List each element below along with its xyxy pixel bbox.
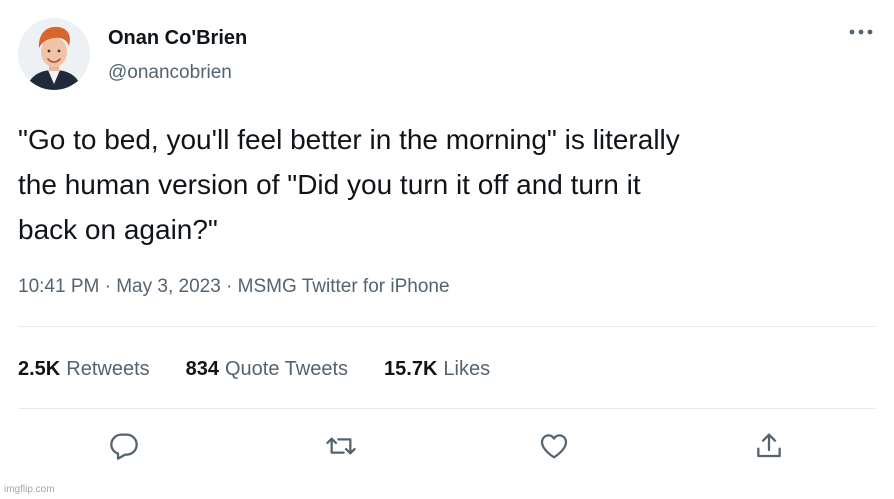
divider (18, 326, 876, 327)
tweet-timestamp-source[interactable]: 10:41 PM · May 3, 2023 · MSMG Twitter fo… (18, 276, 450, 298)
heart-icon (540, 434, 568, 459)
divider (18, 408, 876, 409)
display-name[interactable]: Onan Co'Brien (108, 27, 247, 50)
reply-button[interactable] (106, 428, 142, 464)
user-handle[interactable]: @onancobrien (108, 62, 232, 84)
reply-icon (110, 433, 138, 460)
retweet-button[interactable] (323, 428, 359, 464)
avatar[interactable] (18, 18, 90, 90)
share-icon (757, 433, 781, 458)
more-options-button[interactable] (846, 20, 876, 44)
share-button[interactable] (751, 428, 787, 464)
retweet-icon (326, 437, 356, 455)
tweet-card: Onan Co'Brien @onancobrien "Go to bed, y… (0, 0, 894, 499)
profile-photo-icon (18, 18, 90, 90)
quote-tweets-stat[interactable]: 834 Quote Tweets (186, 358, 348, 381)
tweet-actions (0, 422, 894, 470)
engagement-stats: 2.5K Retweets 834 Quote Tweets 15.7K Lik… (18, 355, 490, 383)
likes-label: Likes (443, 357, 491, 380)
likes-count: 15.7K (384, 357, 438, 380)
retweets-count: 2.5K (18, 357, 61, 380)
tweet-text: "Go to bed, you'll feel better in the mo… (18, 124, 680, 245)
quote-tweets-label: Quote Tweets (225, 357, 349, 380)
more-options-icon (849, 29, 873, 35)
like-button[interactable] (536, 428, 572, 464)
retweets-label: Retweets (66, 357, 150, 380)
likes-stat[interactable]: 15.7K Likes (384, 358, 490, 381)
watermark: imgflip.com (4, 484, 55, 495)
retweets-stat[interactable]: 2.5K Retweets (18, 358, 150, 381)
quote-tweets-count: 834 (185, 357, 219, 380)
